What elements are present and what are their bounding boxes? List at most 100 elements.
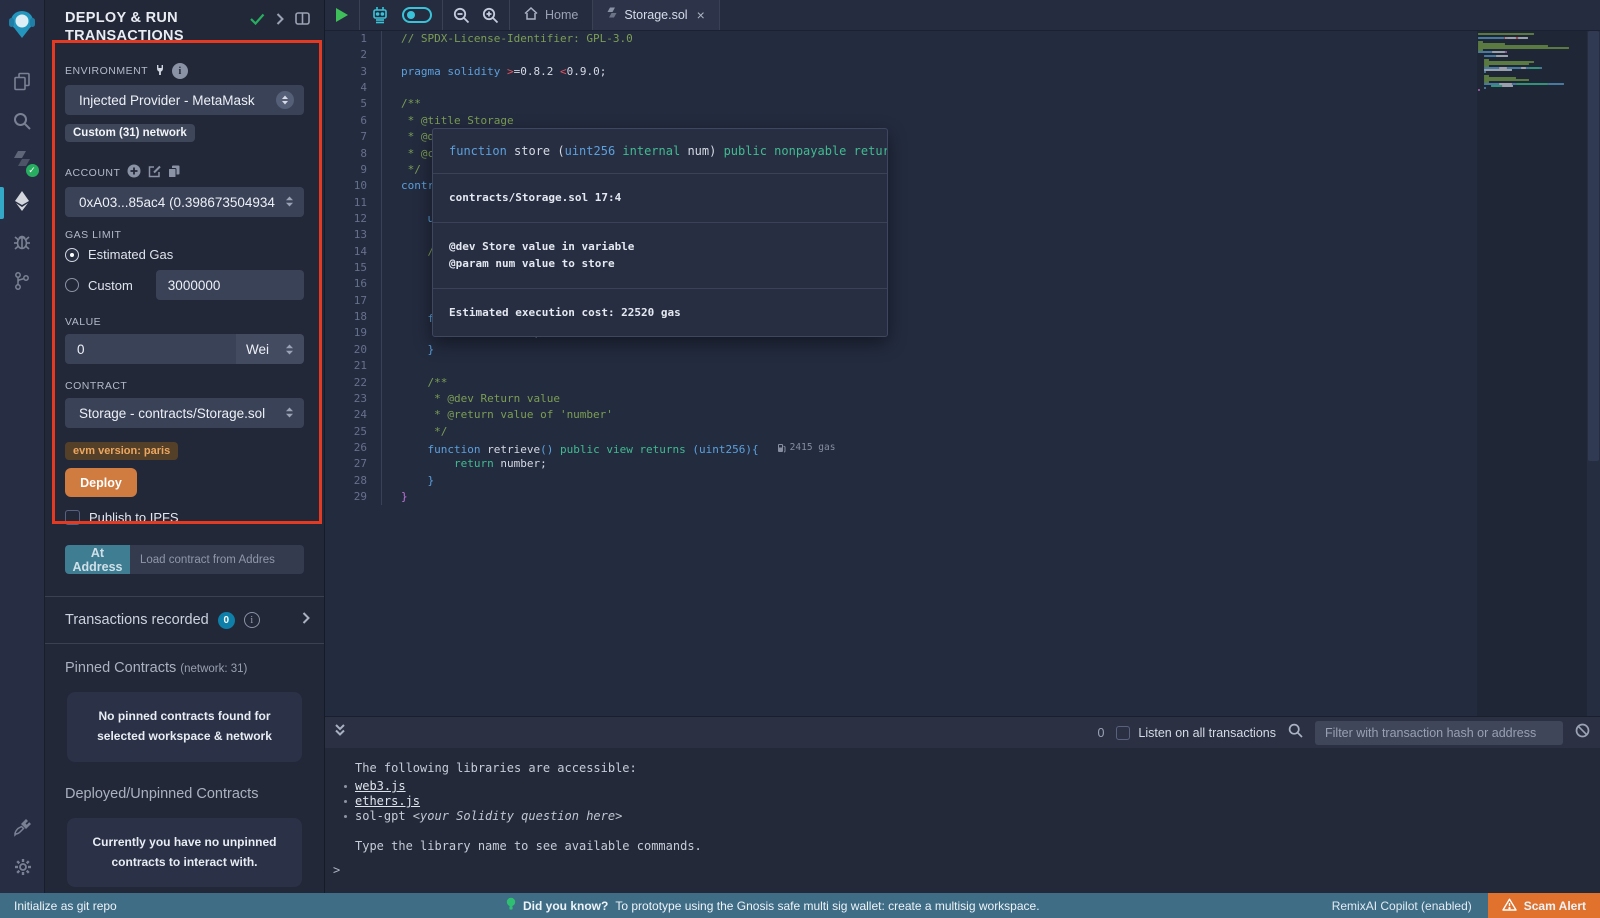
run-script-button[interactable] [335,7,349,23]
line-number[interactable]: 8 [325,146,382,162]
contract-select[interactable]: Storage - contracts/Storage.sol [65,398,304,428]
code-line[interactable]: 25 */ [325,424,1600,440]
terminal-filter-input[interactable] [1315,721,1563,745]
line-number[interactable]: 9 [325,162,382,178]
line-number[interactable]: 15 [325,260,382,276]
code-line[interactable]: 6 * @title Storage [325,113,1600,129]
transactions-info-icon[interactable]: i [244,612,260,628]
line-number[interactable]: 27 [325,456,382,472]
add-account-icon[interactable] [127,164,141,181]
line-number[interactable]: 3 [325,64,382,80]
deploy-button[interactable]: Deploy [65,468,137,497]
zoom-out-icon[interactable] [453,7,470,24]
line-number[interactable]: 25 [325,424,382,440]
zoom-in-icon[interactable] [482,7,499,24]
line-number[interactable]: 23 [325,391,382,407]
line-number[interactable]: 10 [325,178,382,194]
sidebar-item-debugger[interactable] [0,223,45,263]
at-address-input[interactable] [130,545,304,574]
code-editor[interactable]: 1// SPDX-License-Identifier: GPL-3.023pr… [325,31,1600,716]
minimap[interactable] [1477,31,1587,716]
terminal-library-item[interactable]: web3.js [355,779,1600,794]
sidebar-item-solidity-compiler[interactable]: ✓ [0,143,45,183]
terminal[interactable]: The following libraries are accessible: … [325,748,1600,893]
code-line[interactable]: 27 return number; [325,456,1600,472]
line-number[interactable]: 20 [325,342,382,358]
sidebar-item-plugin-manager[interactable] [0,809,45,849]
edit-account-icon[interactable] [148,165,161,181]
line-number[interactable]: 21 [325,358,382,374]
panel-chevron-right-icon[interactable] [276,12,284,30]
terminal-library-item[interactable]: ethers.js [355,794,1600,809]
line-number[interactable]: 6 [325,113,382,129]
code-line[interactable]: 24 * @return value of 'number' [325,407,1600,423]
at-address-button[interactable]: At Address [65,545,130,574]
copy-account-icon[interactable] [168,165,180,181]
line-number[interactable]: 26 [325,440,382,456]
terminal-search-icon[interactable] [1288,723,1303,743]
scam-alert-button[interactable]: Scam Alert [1488,893,1600,918]
plug-environment-icon[interactable] [155,64,165,79]
line-number[interactable]: 19 [325,325,382,341]
editor-scrollbar[interactable] [1587,31,1600,716]
publish-ipfs-checkbox[interactable] [65,510,80,525]
code-line[interactable]: 3pragma solidity >=0.8.2 <0.9.0; [325,64,1600,80]
line-number[interactable]: 28 [325,473,382,489]
tab-storage-sol[interactable]: Storage.sol × [593,0,719,30]
terminal-expand-icon[interactable] [333,723,347,742]
line-number[interactable]: 1 [325,31,382,47]
custom-gas-input[interactable]: 3000000 [156,270,304,300]
code-line[interactable]: 26 function retrieve() public view retur… [325,440,1600,456]
tab-home[interactable]: Home [510,0,593,30]
remix-logo-icon[interactable] [7,8,37,45]
line-number[interactable]: 29 [325,489,382,505]
code-line[interactable]: 29} [325,489,1600,505]
clear-console-icon[interactable] [1575,723,1590,743]
line-number[interactable]: 22 [325,375,382,391]
git-init-status[interactable]: Initialize as git repo [0,899,117,913]
line-number[interactable]: 16 [325,276,382,292]
line-number[interactable]: 4 [325,80,382,96]
value-unit-select[interactable]: Wei [236,334,304,364]
code-line[interactable]: 23 * @dev Return value [325,391,1600,407]
copilot-status[interactable]: RemixAI Copilot (enabled) [1332,899,1472,913]
sidebar-item-settings[interactable] [0,849,45,889]
account-select[interactable]: 0xA03...85ac4 (0.398673504934 [65,187,304,217]
git-branch-icon [13,271,31,296]
value-input[interactable]: 0 [65,334,236,364]
line-number[interactable]: 2 [325,47,382,63]
line-number[interactable]: 13 [325,227,382,243]
environment-info-icon[interactable]: i [172,63,188,79]
listen-transactions-checkbox[interactable] [1116,726,1130,740]
sidebar-item-search[interactable] [0,103,45,143]
code-line[interactable]: 20 } [325,342,1600,358]
code-line[interactable]: 28 } [325,473,1600,489]
terminal-prompt[interactable]: > [333,863,340,877]
line-number[interactable]: 14 [325,244,382,260]
code-line[interactable]: 4 [325,80,1600,96]
line-number[interactable]: 18 [325,309,382,325]
sidebar-item-file-explorer[interactable] [0,63,45,103]
transactions-expand-icon[interactable] [302,611,310,629]
sidebar-item-git[interactable] [0,263,45,303]
line-number[interactable]: 17 [325,293,382,309]
line-number[interactable]: 7 [325,129,382,145]
copilot-toggle[interactable] [402,7,432,23]
code-line[interactable]: 22 /** [325,375,1600,391]
estimated-gas-radio[interactable] [65,248,79,262]
panel-pin-layout-icon[interactable] [295,12,310,30]
environment-select[interactable]: Injected Provider - MetaMask [65,85,304,115]
code-line[interactable]: 21 [325,358,1600,374]
line-number[interactable]: 5 [325,96,382,112]
code-line[interactable]: 5/** [325,96,1600,112]
line-number[interactable]: 12 [325,211,382,227]
ai-copilot-robot-icon[interactable] [370,5,390,25]
close-tab-icon[interactable]: × [697,7,705,23]
custom-gas-radio[interactable] [65,278,79,292]
sidebar-item-deploy-run[interactable] [0,183,45,223]
line-number[interactable]: 11 [325,195,382,211]
code-line[interactable]: 1// SPDX-License-Identifier: GPL-3.0 [325,31,1600,47]
line-number[interactable]: 24 [325,407,382,423]
code-line[interactable]: 2 [325,47,1600,63]
network-badge: Custom (31) network [65,124,195,142]
